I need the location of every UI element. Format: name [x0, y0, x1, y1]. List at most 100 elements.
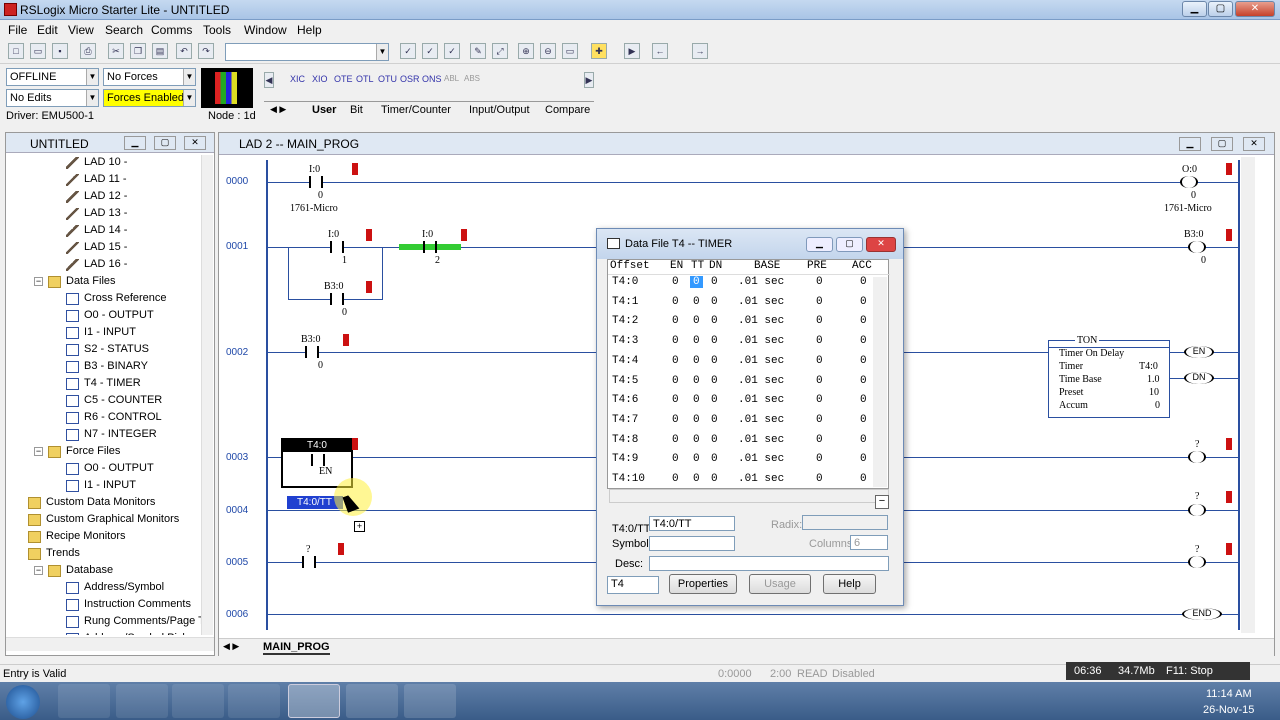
forces-enabled-dropdown[interactable]: Forces Enabled ▼ [103, 89, 196, 107]
tree-item[interactable]: Address/Symbol Picker [84, 632, 198, 635]
new-file-icon[interactable]: □ [8, 43, 24, 59]
table-cell[interactable]: 0 [711, 453, 718, 465]
ladder-minimize-icon[interactable]: ▁ [1179, 137, 1201, 151]
radix-dropdown[interactable] [802, 515, 888, 530]
table-cell[interactable]: T4:8 [612, 434, 638, 446]
dialog-close-icon[interactable]: ✕ [866, 237, 896, 252]
dialog-minimize-icon[interactable]: ▁ [806, 237, 833, 252]
tree-item[interactable]: LAD 12 - [84, 190, 127, 202]
coil-ote[interactable] [1188, 241, 1206, 253]
copy-icon[interactable]: ❐ [130, 43, 146, 59]
tree-item[interactable]: Instruction Comments [84, 598, 191, 610]
table-cell[interactable]: 0 [672, 296, 679, 308]
panel-restore-icon[interactable]: ▢ [154, 136, 176, 150]
save-icon[interactable]: ▪ [52, 43, 68, 59]
zoom-fit-icon[interactable]: ⤢ [492, 43, 508, 59]
table-cell[interactable]: 0 [711, 414, 718, 426]
table-cell[interactable]: .01 sec [738, 335, 784, 347]
table-hscrollbar[interactable] [609, 489, 889, 503]
edit-icon[interactable]: ✎ [470, 43, 486, 59]
file-spinner[interactable]: T4 [607, 576, 659, 594]
table-cell[interactable]: 0 [711, 276, 718, 288]
table-cell[interactable]: 0 [672, 315, 679, 327]
tree-collapse-icon[interactable]: − [34, 277, 43, 286]
table-cell[interactable]: 0 [672, 394, 679, 406]
table-cell[interactable]: 0 [693, 473, 700, 485]
table-cell[interactable]: .01 sec [738, 394, 784, 406]
table-cell[interactable]: T4:0 [612, 276, 638, 288]
print-icon[interactable]: ⎙ [80, 43, 96, 59]
table-cell[interactable]: 0 [816, 453, 823, 465]
table-cell[interactable]: 0 [711, 355, 718, 367]
table-cell[interactable]: 0 [711, 434, 718, 446]
table-cell[interactable]: 0 [711, 296, 718, 308]
tree-item[interactable]: Force Files [66, 445, 120, 457]
search-combo[interactable]: ▼ [225, 43, 389, 61]
tree-item[interactable]: B3 - BINARY [84, 360, 148, 372]
table-cell[interactable]: 0 [693, 434, 700, 446]
tab-main-prog[interactable]: MAIN_PROG [263, 641, 330, 655]
tree-item[interactable]: Custom Graphical Monitors [46, 513, 179, 525]
menu-search[interactable]: Search [105, 23, 143, 37]
coil-ote[interactable] [1188, 451, 1206, 463]
ladder-restore-icon[interactable]: ▢ [1211, 137, 1233, 151]
table-cell[interactable]: 0 [672, 355, 679, 367]
rslogix-task-icon[interactable] [288, 684, 340, 718]
table-cell[interactable]: 0 [816, 375, 823, 387]
tree-hscrollbar[interactable] [6, 637, 214, 651]
contact-xic[interactable] [305, 346, 319, 358]
tree-item[interactable]: Recipe Monitors [46, 530, 125, 542]
maximize-icon[interactable]: ▢ [1208, 1, 1233, 17]
verify-project-icon[interactable]: ✓ [444, 43, 460, 59]
instr-ons-icon[interactable]: ONS [422, 74, 442, 84]
tree-item[interactable]: LAD 16 - [84, 258, 127, 270]
redo-icon[interactable]: ↷ [198, 43, 214, 59]
instr-abl-icon[interactable]: ABL [444, 74, 459, 83]
menu-window[interactable]: Window [244, 23, 287, 37]
table-cell[interactable]: 0 [860, 375, 867, 387]
panel-minimize-icon[interactable]: ▁ [124, 136, 146, 150]
ton-block[interactable]: TON Timer On Delay Timer T4:0 Time Base … [1048, 335, 1170, 418]
rung-number[interactable]: 0003 [226, 452, 248, 463]
run-icon[interactable]: ▶ [624, 43, 640, 59]
table-cell[interactable]: 0 [693, 453, 700, 465]
instr-otu-icon[interactable]: OTU [378, 74, 397, 84]
menu-view[interactable]: View [68, 23, 94, 37]
table-cell[interactable]: 0 [672, 473, 679, 485]
table-cell[interactable]: 0 [816, 473, 823, 485]
table-row[interactable]: T4:8 0 0 0.01 sec 0 0 [610, 431, 882, 450]
tree-collapse-icon[interactable]: − [34, 447, 43, 456]
table-cell[interactable]: 0 [816, 315, 823, 327]
ladder-close-icon[interactable]: ✕ [1243, 137, 1265, 151]
table-cell[interactable]: 0 [693, 394, 700, 406]
table-cell[interactable]: T4:1 [612, 296, 638, 308]
table-cell[interactable]: 0 [672, 335, 679, 347]
tab-input-output[interactable]: Input/Output [469, 104, 530, 116]
tree-item[interactable]: LAD 10 - [84, 156, 127, 168]
window-icon[interactable]: ▭ [562, 43, 578, 59]
tab-compare[interactable]: Compare [545, 104, 590, 116]
palette-left-icon[interactable]: ◀ [264, 72, 274, 88]
table-cell[interactable]: T4:6 [612, 394, 638, 406]
tree-item[interactable]: Custom Data Monitors [46, 496, 155, 508]
tree-vscrollbar[interactable] [201, 155, 213, 635]
table-cell[interactable]: 0 [816, 355, 823, 367]
table-cell[interactable]: .01 sec [738, 315, 784, 327]
instr-xic-icon[interactable]: XIC [290, 74, 305, 84]
table-cell[interactable]: 0 [860, 355, 867, 367]
start-button[interactable] [6, 685, 40, 719]
ie-icon[interactable] [58, 684, 110, 718]
ladder-tab-nav-icon[interactable]: ◀ ▶ [223, 641, 239, 652]
menu-edit[interactable]: Edit [37, 23, 58, 37]
rslinx-task-icon[interactable] [346, 684, 398, 718]
contact-xic[interactable] [330, 293, 344, 305]
table-cell[interactable]: 0 [711, 394, 718, 406]
tree-item[interactable]: Data Files [66, 275, 116, 287]
table-cell[interactable]: .01 sec [738, 414, 784, 426]
table-cell[interactable]: T4:3 [612, 335, 638, 347]
rung-number[interactable]: 0004 [226, 505, 248, 516]
tab-bit[interactable]: Bit [350, 104, 363, 116]
table-cell[interactable]: 0 [693, 315, 700, 327]
table-cell[interactable]: 0 [860, 335, 867, 347]
contact-xic[interactable] [423, 241, 437, 253]
